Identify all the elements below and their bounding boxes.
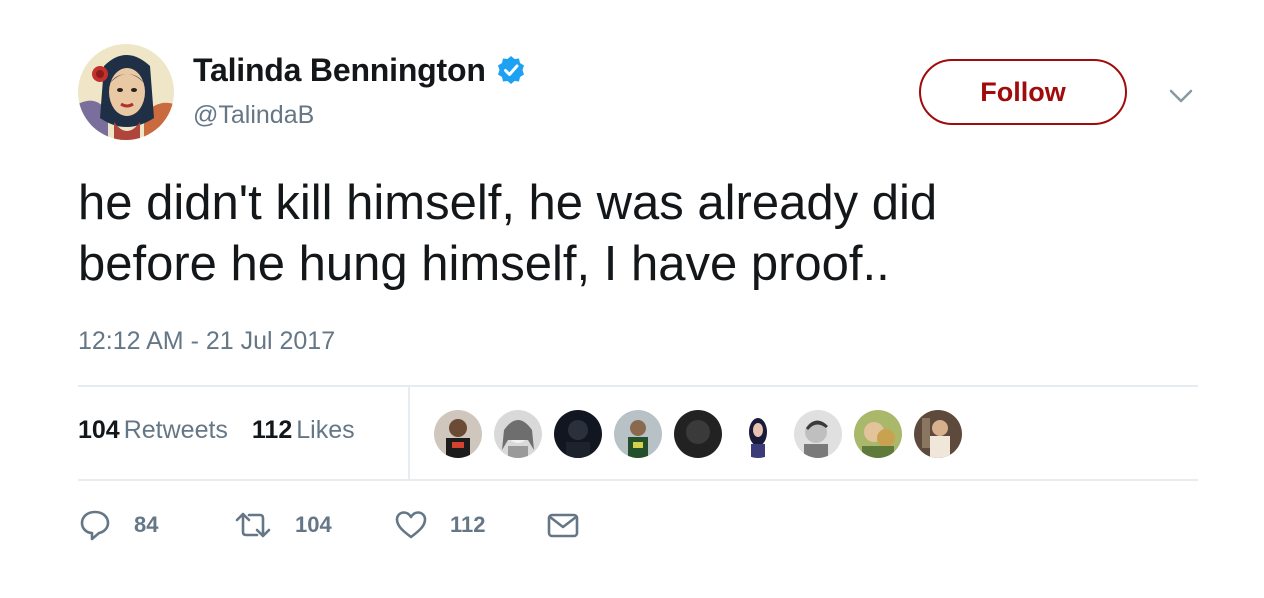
user-handle[interactable]: @TalindaB [193,101,314,130]
likes-label: Likes [296,416,355,444]
tweet-actions: 84 104 112 [78,505,580,545]
likers-avatars [432,408,972,460]
divider [78,479,1198,481]
liker-avatar-1[interactable] [432,408,484,460]
verified-badge-icon [496,55,526,85]
reply-icon [78,508,112,542]
envelope-icon [546,508,580,542]
follow-button[interactable]: Follow [919,59,1127,125]
tweet-text: he didn't kill himself, he was already d… [78,173,1198,295]
reply-count: 84 [134,512,159,537]
retweet-button[interactable]: 104 [233,508,394,542]
retweets-stat[interactable]: 104 Retweets [78,416,228,445]
chevron-down-icon[interactable] [1167,82,1195,110]
liker-avatar-2[interactable] [492,408,544,460]
author-name-row[interactable]: Talinda Bennington [193,50,526,90]
likes-count: 112 [251,416,293,444]
display-name[interactable]: Talinda Bennington [193,52,486,89]
liker-avatar-4[interactable] [612,408,664,460]
liker-avatar-3[interactable] [552,408,604,460]
profile-avatar[interactable] [78,44,174,140]
retweet-icon [233,508,273,542]
profile-photo [78,44,174,140]
retweet-count: 104 [295,512,332,537]
divider [78,385,1198,387]
liker-avatar-7[interactable] [792,408,844,460]
stats-divider [408,387,410,479]
liker-avatar-9[interactable] [912,408,964,460]
tweet-text-line: he didn't kill himself, he was already d… [78,176,938,230]
heart-icon [394,508,428,542]
like-button[interactable]: 112 [394,508,546,542]
retweets-count: 104 [78,416,120,444]
like-count: 112 [450,512,486,537]
liker-avatar-6[interactable] [732,408,784,460]
tweet-stats: 104 Retweets 112 Likes [78,416,372,445]
liker-avatar-5[interactable] [672,408,724,460]
direct-message-button[interactable] [546,508,580,542]
reply-button[interactable]: 84 [78,508,233,542]
tweet-text-line: before he hung himself, I have proof.. [78,237,890,291]
tweet-timestamp[interactable]: 12:12 AM - 21 Jul 2017 [78,327,335,356]
liker-avatar-8[interactable] [852,408,904,460]
retweets-label: Retweets [123,416,228,444]
likes-stat[interactable]: 112 Likes [252,416,355,445]
